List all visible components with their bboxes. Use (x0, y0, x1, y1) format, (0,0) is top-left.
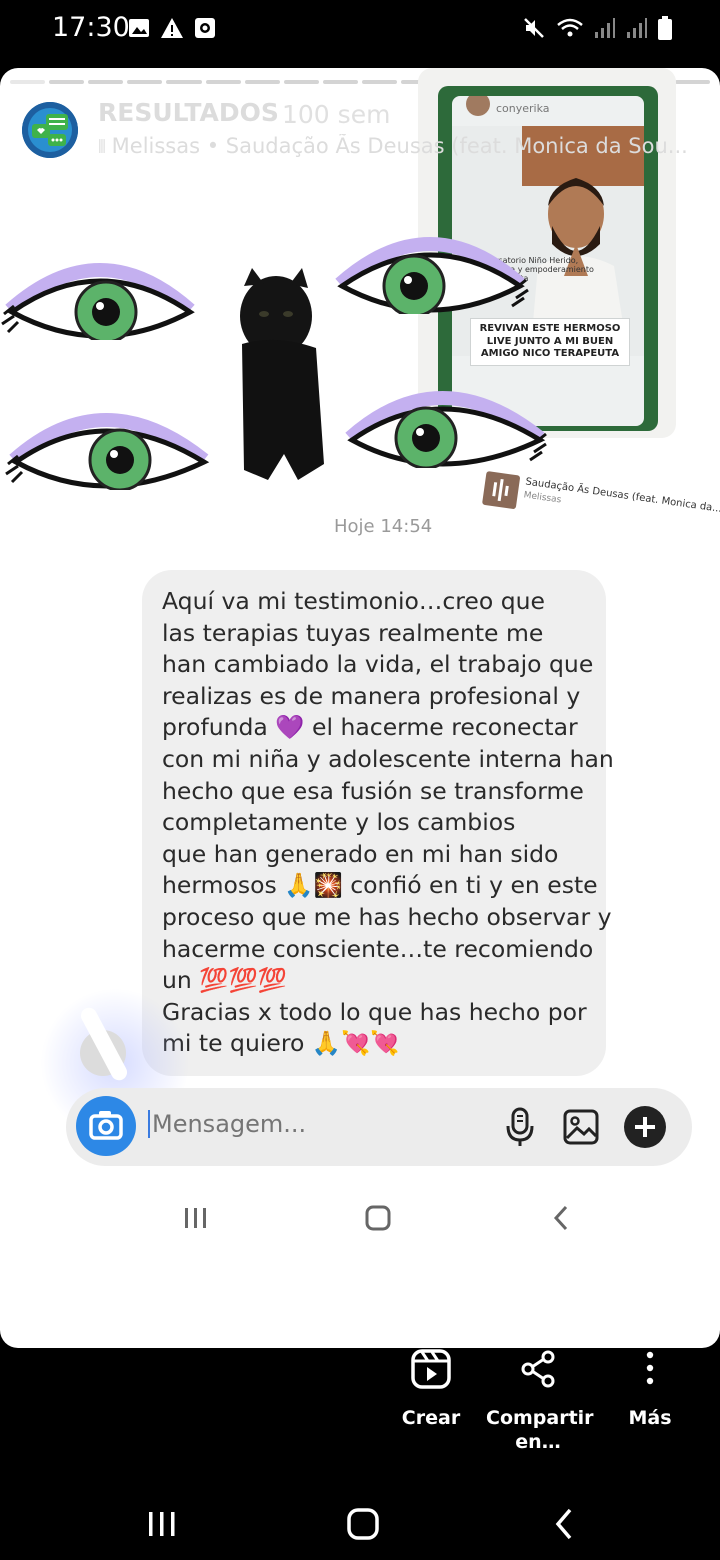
story-card[interactable]: conyerika Conversatorio Niño Herido, aut… (0, 68, 720, 1348)
eye-sticker-bottom-right (345, 391, 547, 468)
wifi-icon (557, 18, 583, 37)
music-bars-icon: ⦀ (98, 137, 112, 158)
message-line: hermosos 🙏🎇 confió en ti y en este (162, 871, 598, 900)
message-line: con mi niña y adolescente interna han (162, 744, 614, 773)
avatar[interactable] (22, 102, 78, 158)
recent-apps-icon (149, 1512, 175, 1536)
recent-apps-icon (172, 1194, 220, 1242)
gallery-button[interactable] (562, 1108, 600, 1146)
message-bubble: Aquí va mi testimonio…creo que las terapi… (142, 570, 614, 1076)
share-label: Compartir en… (486, 1406, 594, 1454)
more-button[interactable]: Más (626, 1348, 674, 1430)
message-line: mi te quiero 🙏💘💘 (162, 1029, 400, 1058)
chat-bubbles-icon (22, 102, 78, 158)
progress-segment (49, 80, 85, 84)
message-line: un 💯💯💯 (162, 966, 288, 995)
microphone-button[interactable] (502, 1106, 538, 1148)
progress-segment (88, 80, 124, 84)
eye-sticker-top-right (335, 237, 529, 314)
message-line: han cambiado la vida, el trabajo que (162, 650, 594, 679)
progress-segment (322, 80, 358, 84)
story-actions: Crear Compartir en… Más (0, 1348, 720, 1478)
eye-sticker-top-left (1, 263, 195, 340)
battery-icon (658, 16, 672, 40)
more-label: Más (628, 1407, 672, 1429)
message-line: profunda 💜 el hacerme reconectar (162, 713, 578, 742)
reels-icon (411, 1349, 451, 1389)
camera-icon (89, 1111, 123, 1140)
share-button[interactable]: Compartir en… (486, 1348, 594, 1454)
share-icon (521, 1350, 555, 1388)
message-line: hacerme consciente…te recomiendo (162, 934, 594, 963)
progress-segment (166, 80, 202, 84)
camera-button[interactable] (76, 1096, 136, 1156)
progress-segment (244, 80, 280, 84)
album-cover (481, 470, 521, 510)
progress-segment (674, 80, 710, 84)
status-bar: 17:30 (0, 0, 720, 60)
story-title[interactable]: RESULTADOS (98, 98, 279, 127)
add-button[interactable] (624, 1106, 666, 1148)
progress-segment (10, 80, 46, 84)
music-sticker[interactable]: Saudação Ãs Deusas (feat. Monica da... M… (479, 467, 720, 557)
story-music-text: Melissas • Saudação Ãs Deusas (feat. Mon… (111, 134, 688, 158)
home-icon (354, 1194, 402, 1242)
signal-icon (595, 18, 615, 38)
message-line: completamente y los cambios (162, 808, 516, 837)
share-label-line1: Compartir (486, 1407, 594, 1429)
microphone-icon (506, 1107, 534, 1146)
inset-banner: REVIVAN ESTE HERMOSO LIVE JUNTO A MI BUE… (470, 318, 630, 366)
story-header[interactable]: RESULTADOS 100 sem ⦀ Melissas • Saudação… (22, 98, 712, 168)
story-music[interactable]: ⦀ Melissas • Saudação Ãs Deusas (feat. M… (98, 134, 698, 158)
back-button[interactable] (540, 1500, 588, 1548)
message-line: que han generado en mi han sido (162, 839, 559, 868)
warning-icon (161, 18, 183, 38)
music-sticker-artist: Melissas (522, 490, 562, 506)
more-vertical-icon (646, 1351, 654, 1385)
progress-segment (283, 80, 319, 84)
message-line: Aquí va mi testimonio…creo que (162, 587, 546, 615)
recent-apps-button[interactable] (138, 1500, 186, 1548)
record-icon (195, 18, 215, 38)
image-icon (129, 19, 149, 37)
status-time: 17:30 (52, 12, 130, 43)
system-nav-bar (0, 1490, 720, 1560)
back-icon (538, 1194, 586, 1242)
chat-timestamp: Hoje 14:54 (334, 516, 433, 537)
progress-segment (361, 80, 398, 84)
back-icon (555, 1508, 572, 1540)
gallery-icon (563, 1109, 599, 1145)
panther-sticker (240, 268, 324, 480)
home-icon (347, 1508, 379, 1540)
eye-sticker-bottom-left (5, 413, 210, 490)
plus-icon (635, 1117, 655, 1137)
signal-icon (627, 18, 647, 38)
message-line: Gracias x todo lo que has hecho por (162, 997, 587, 1026)
home-button[interactable] (339, 1500, 387, 1548)
status-right-icons (522, 16, 672, 40)
progress-segment (205, 80, 241, 84)
message-line: hecho que esa fusión se transforme (162, 776, 584, 805)
create-label: Crear (401, 1407, 461, 1429)
screenshot-nav-bar (0, 1194, 720, 1244)
message-line: realizas es de manera profesional y (162, 681, 581, 710)
share-label-line2: en… (515, 1431, 561, 1453)
message-line: proceso que me has hecho observar y (162, 902, 612, 931)
status-left-icons (128, 17, 216, 39)
message-input[interactable] (148, 1110, 488, 1138)
message-line: las terapias tuyas realmente me (162, 618, 544, 647)
progress-segment (127, 80, 163, 84)
create-button[interactable]: Crear (400, 1348, 462, 1430)
story-age: 100 sem (282, 100, 391, 129)
mute-icon (524, 18, 544, 38)
waveform-icon (492, 478, 509, 502)
message-composer (66, 1088, 692, 1166)
